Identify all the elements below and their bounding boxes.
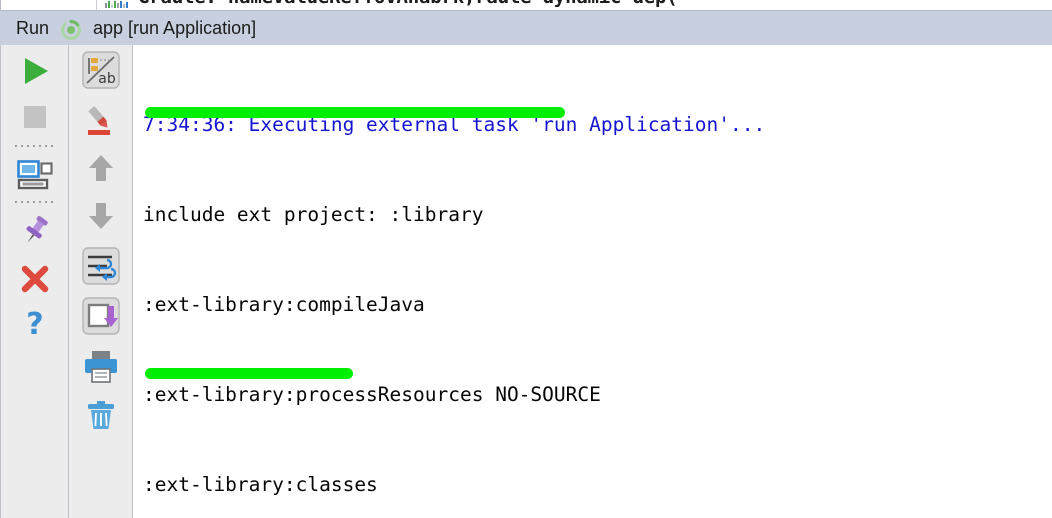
toolbar-separator-1	[15, 145, 57, 147]
console-line: include ext project: :library	[143, 200, 847, 230]
svg-text:?: ?	[26, 309, 43, 341]
close-tab-button[interactable]	[1, 257, 68, 301]
rerun-button[interactable]	[1, 49, 68, 93]
green-highlight-library-ver2	[145, 368, 353, 379]
gray-down-arrow-icon	[86, 200, 116, 232]
run-tool-window-body: ? ab	[0, 45, 1052, 518]
red-x-icon	[19, 263, 51, 295]
tab-title-truncated[interactable]: Gradle: nameValueRefToVAnabrk,radle-dyna…	[138, 0, 698, 10]
run-actions-toolbar: ?	[1, 45, 68, 518]
red-marker-pen-icon	[84, 103, 118, 137]
run-tool-window-header: Run app [run Application]	[0, 10, 1052, 45]
scroll-down-button[interactable]	[69, 193, 132, 239]
scroll-to-end-icon	[81, 296, 121, 336]
stop-button[interactable]	[1, 95, 68, 139]
show-running-list-button[interactable]	[1, 153, 68, 197]
clear-all-button[interactable]	[69, 393, 132, 439]
blue-question-mark-icon: ?	[19, 309, 51, 341]
running-list-window-icon	[17, 160, 53, 190]
toggle-tasks-text-button[interactable]: ab	[69, 47, 132, 93]
gray-stop-square-icon	[21, 103, 49, 131]
run-configuration-name[interactable]: app [run Application]	[93, 18, 256, 39]
help-button[interactable]: ?	[1, 303, 68, 347]
soft-wrap-lines-icon	[81, 246, 121, 286]
svg-text:ab: ab	[98, 71, 116, 87]
console-output-panel[interactable]: 7:34:36: Executing external task 'run Ap…	[133, 45, 1052, 518]
print-button[interactable]	[69, 343, 132, 389]
purple-pushpin-icon	[18, 214, 52, 248]
tab-strip-left-border	[0, 0, 1, 10]
console-line: :ext-library:processResources NO-SOURCE	[143, 380, 847, 410]
soft-wrap-button[interactable]	[69, 243, 132, 289]
blue-printer-icon	[83, 349, 119, 383]
console-actions-toolbar: ab	[69, 45, 132, 518]
blue-trash-can-icon	[84, 399, 118, 433]
scroll-up-button[interactable]	[69, 145, 132, 191]
bar-chart-icon	[105, 0, 131, 8]
console-line: :ext-library:compileJava	[143, 290, 847, 320]
green-play-triangle-icon	[18, 54, 52, 88]
tasks-ab-toggle-icon: ab	[81, 50, 121, 90]
run-tool-window-label: Run	[16, 18, 49, 39]
console-text: 7:34:36: Executing external task 'run Ap…	[143, 50, 847, 518]
pin-tab-button[interactable]	[1, 209, 68, 253]
toolbar-separator-2	[15, 201, 57, 203]
gradle-run-config-icon	[60, 19, 82, 41]
highlight-button[interactable]	[69, 97, 132, 143]
run-tool-window: Gradle: nameValueRefToVAnabrk,radle-dyna…	[0, 0, 1052, 518]
green-highlight-include-ext-project	[145, 107, 565, 118]
tab-separator-left	[96, 0, 97, 10]
console-line: :ext-library:classes	[143, 470, 847, 500]
editor-tab-strip: Gradle: nameValueRefToVAnabrk,radle-dyna…	[0, 0, 1052, 10]
scroll-to-end-button[interactable]	[69, 293, 132, 339]
gray-up-arrow-icon	[86, 152, 116, 184]
